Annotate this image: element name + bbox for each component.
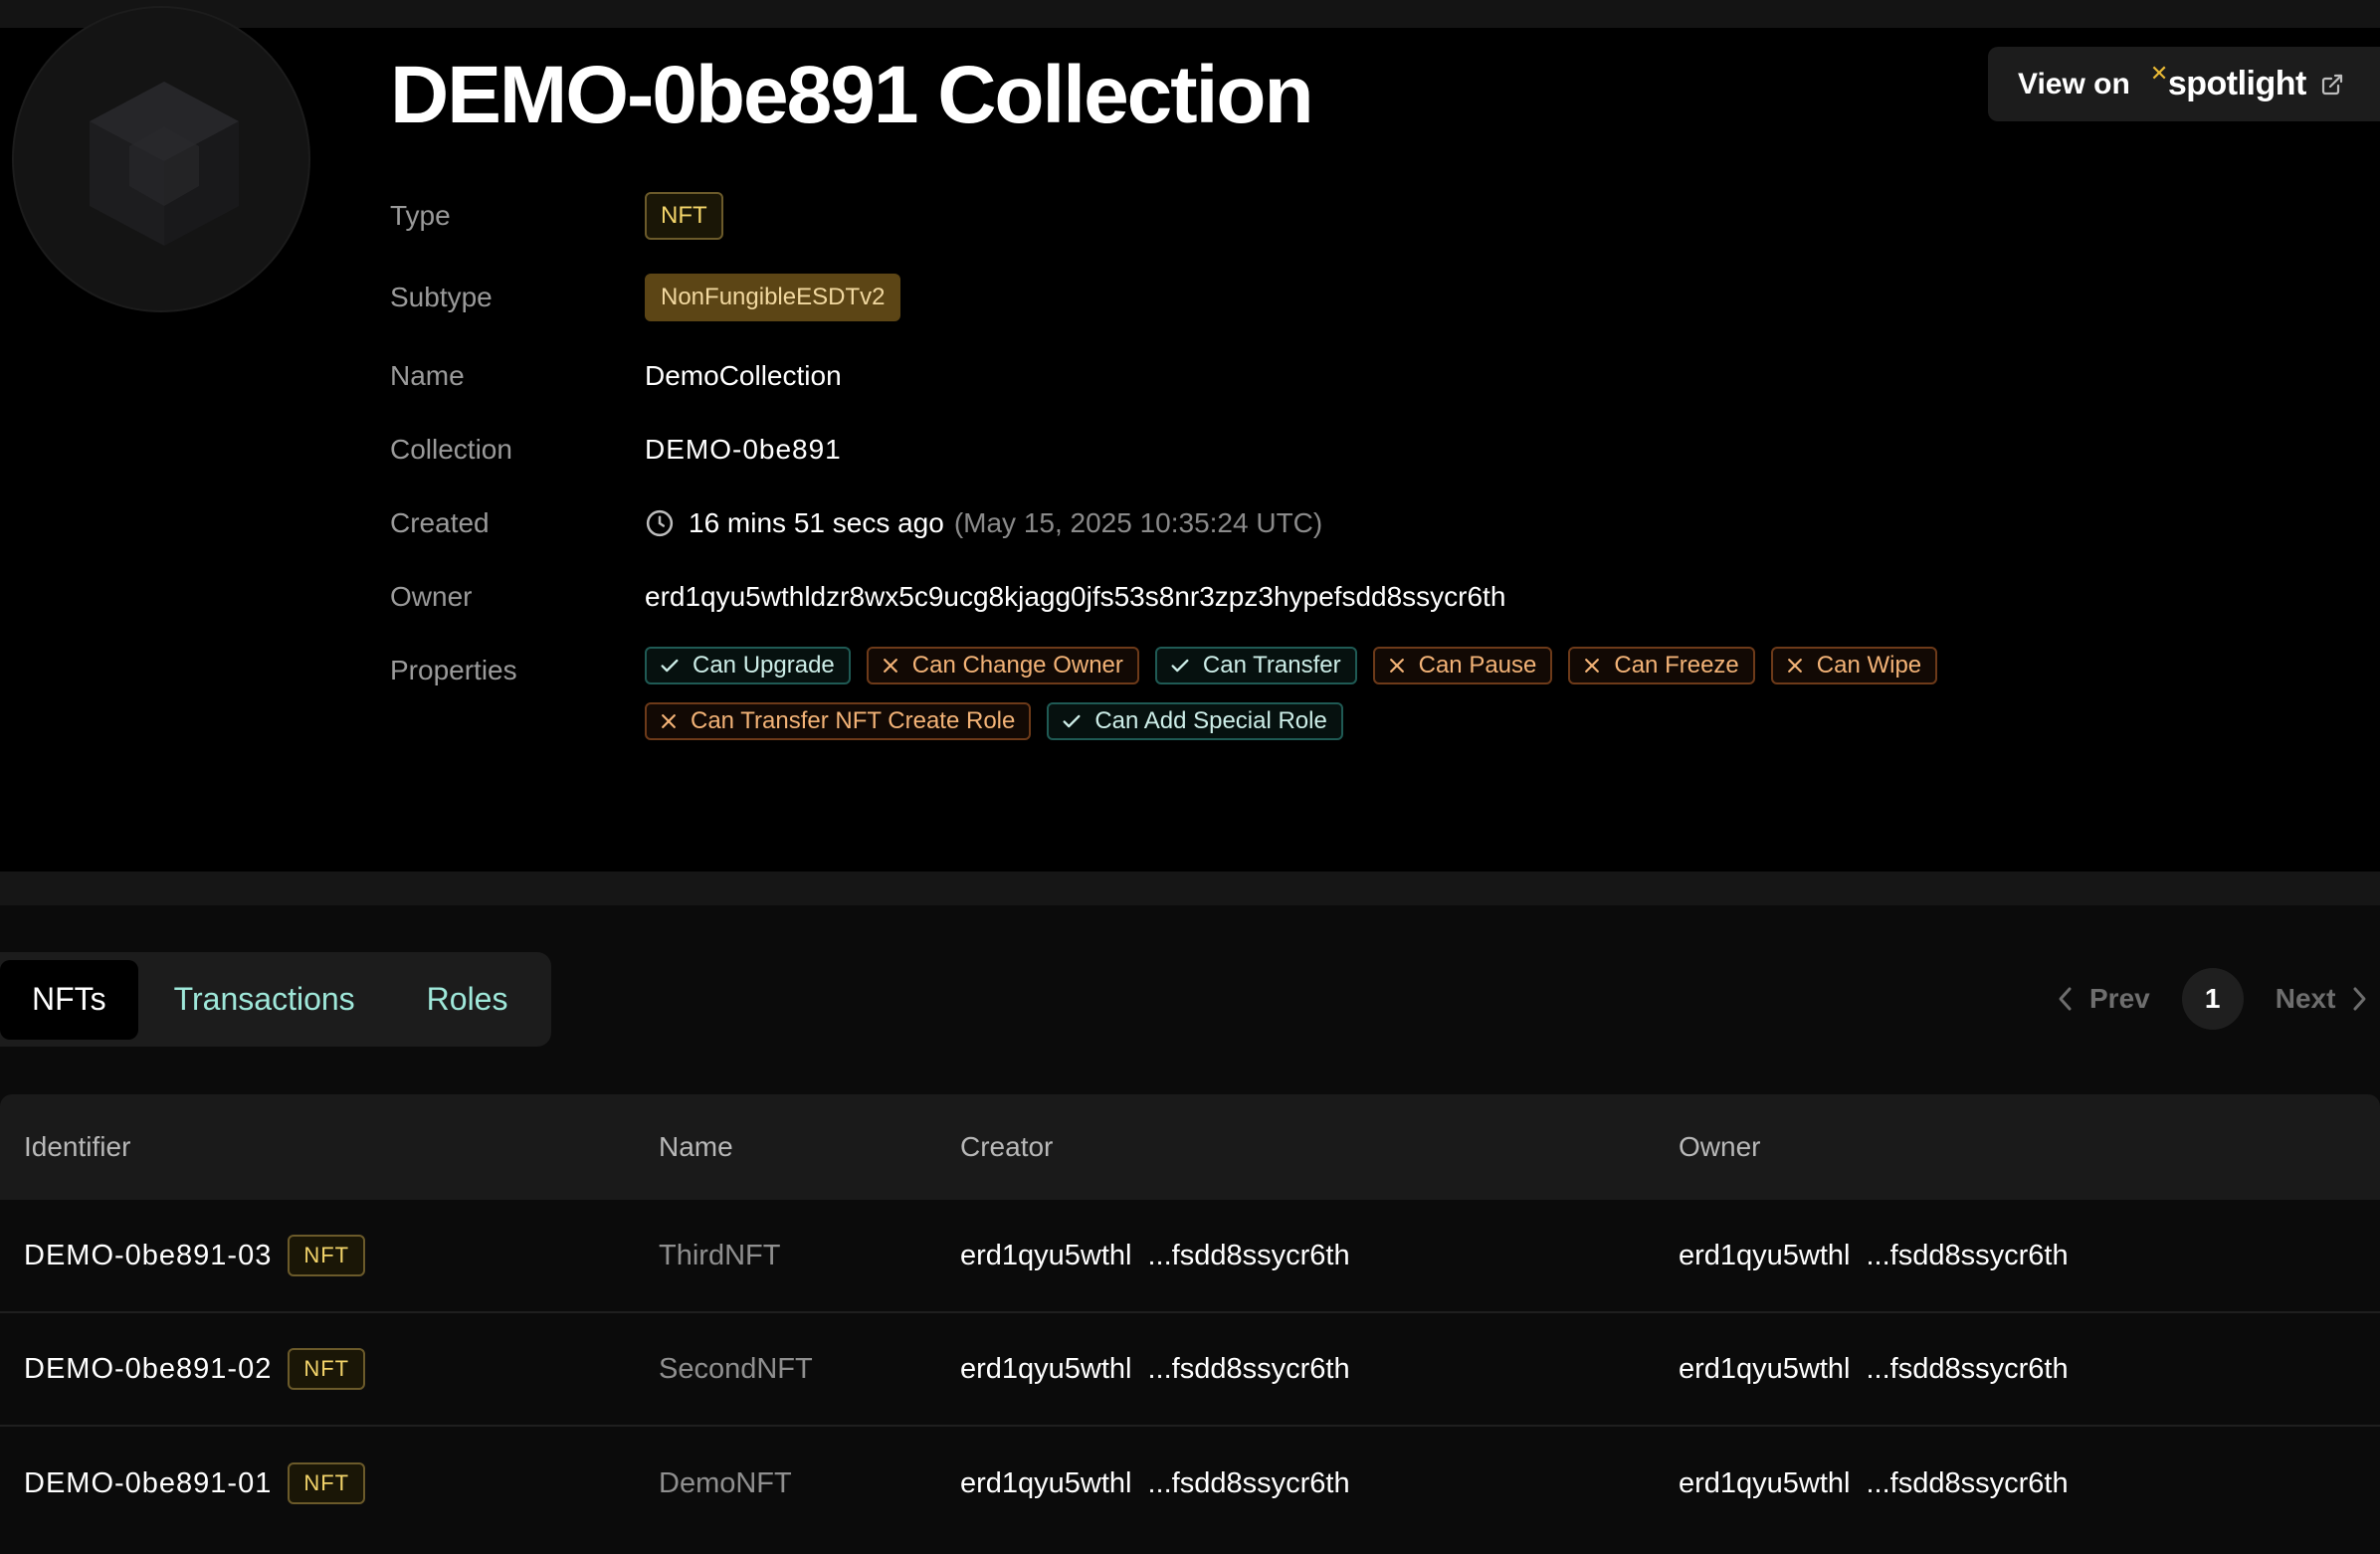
subtype-label: Subtype (390, 282, 493, 312)
x-icon (883, 659, 897, 673)
table-header: Identifier Name Creator Owner (0, 1094, 2380, 1200)
tab-nfts[interactable]: NFTs (0, 959, 138, 1040)
created-label: Created (390, 507, 490, 538)
top-strip (0, 0, 2380, 28)
column-header-creator: Creator (960, 1131, 1054, 1162)
column-header-identifier: Identifier (24, 1131, 131, 1162)
detail-row-name: Name DemoCollection (390, 351, 842, 401)
view-on-spotlight-button[interactable]: View on ✕ spotlight (1988, 47, 2380, 121)
x-icon (662, 714, 676, 728)
owner-address-link[interactable]: erd1qyu5wthl ...fsdd8ssycr6th (1679, 1240, 2069, 1272)
detail-row-created: Created 16 mins 51 secs ago (May 15, 202… (390, 498, 1322, 548)
creator-address-link[interactable]: erd1qyu5wthl ...fsdd8ssycr6th (960, 1467, 1350, 1500)
tab-bar: NFTs Transactions Roles (0, 952, 551, 1047)
property-can-change-owner: Can Change Owner (866, 647, 1139, 684)
collection-value[interactable]: DEMO-0be891 (645, 434, 842, 466)
chevron-left-icon (2059, 987, 2072, 1011)
owner-address-link[interactable]: erd1qyu5wthldzr8wx5c9ucg8kjagg0jfs53s8nr… (645, 581, 1505, 613)
section-divider (0, 872, 2380, 905)
name-value: DemoCollection (645, 360, 842, 391)
detail-row-owner: Owner erd1qyu5wthldzr8wx5c9ucg8kjagg0jfs… (390, 572, 1505, 622)
external-link-icon (2321, 74, 2342, 95)
detail-row-collection: Collection DEMO-0be891 (390, 425, 842, 475)
type-label: Type (390, 200, 451, 231)
name-label: Name (390, 360, 465, 391)
property-can-transfer: Can Transfer (1154, 647, 1357, 684)
nft-name: ThirdNFT (659, 1239, 781, 1271)
current-page-indicator[interactable]: 1 (2181, 968, 2244, 1030)
nft-identifier-link[interactable]: DEMO-0be891-01 (24, 1467, 272, 1500)
property-can-add-special-role: Can Add Special Role (1047, 702, 1343, 740)
x-icon (1389, 659, 1404, 673)
created-absolute: (May 15, 2025 10:35:24 UTC) (953, 507, 1323, 538)
nft-badge: NFT (288, 1348, 366, 1390)
nft-name: SecondNFT (659, 1352, 813, 1385)
property-can-pause: Can Pause (1372, 647, 1553, 684)
view-on-label: View on (2018, 67, 2130, 100)
subtype-badge: NonFungibleESDTv2 (645, 274, 901, 321)
nft-badge: NFT (288, 1235, 366, 1276)
check-icon (1171, 659, 1189, 673)
table-row: DEMO-0be891-01 NFT DemoNFT erd1qyu5wthl.… (0, 1427, 2380, 1540)
check-icon (1063, 714, 1081, 728)
detail-row-properties: Properties (390, 646, 645, 695)
detail-row-subtype: Subtype NonFungibleESDTv2 (390, 273, 901, 322)
x-icon (1787, 659, 1802, 673)
nft-badge: NFT (288, 1462, 366, 1504)
property-can-transfer-nft-create-role: Can Transfer NFT Create Role (645, 702, 1032, 740)
created-relative: 16 mins 51 secs ago (689, 507, 944, 538)
spotlight-logo: ✕ spotlight (2149, 61, 2307, 102)
property-can-freeze: Can Freeze (1568, 647, 1755, 684)
column-header-owner: Owner (1679, 1131, 1761, 1162)
creator-address-link[interactable]: erd1qyu5wthl ...fsdd8ssycr6th (960, 1240, 1350, 1272)
type-badge: NFT (645, 192, 723, 240)
clock-icon (646, 509, 674, 537)
nfts-table: Identifier Name Creator Owner DEMO-0be89… (0, 1094, 2380, 1540)
collection-label: Collection (390, 434, 512, 465)
tab-roles[interactable]: Roles (391, 960, 544, 1040)
tab-transactions[interactable]: Transactions (138, 960, 391, 1040)
chevron-right-icon (2353, 987, 2366, 1011)
nft-identifier-link[interactable]: DEMO-0be891-02 (24, 1353, 272, 1386)
nft-name: DemoNFT (659, 1466, 792, 1499)
detail-row-type: Type NFT (390, 191, 723, 241)
table-row: DEMO-0be891-03 NFT ThirdNFT erd1qyu5wthl… (0, 1200, 2380, 1313)
table-row: DEMO-0be891-02 NFT SecondNFT erd1qyu5wth… (0, 1313, 2380, 1427)
next-page-button[interactable]: Next (2276, 983, 2370, 1015)
pagination: Prev 1 Next (2056, 967, 2369, 1031)
collection-header: DEMO-0be891 Collection View on ✕ spotligh… (0, 6, 2380, 872)
owner-label: Owner (390, 581, 473, 612)
property-can-upgrade: Can Upgrade (645, 647, 851, 684)
property-can-wipe: Can Wipe (1770, 647, 1938, 684)
x-icon (1585, 659, 1600, 673)
properties-label: Properties (390, 655, 517, 685)
check-icon (661, 659, 679, 673)
nft-identifier-link[interactable]: DEMO-0be891-03 (24, 1240, 272, 1272)
properties-list: Can Upgrade Can Change Owner Can Transfe… (645, 647, 2058, 740)
prev-page-button[interactable]: Prev (2056, 983, 2150, 1015)
owner-address-link[interactable]: erd1qyu5wthl ...fsdd8ssycr6th (1679, 1353, 2069, 1386)
collection-avatar (12, 6, 310, 312)
column-header-name: Name (659, 1131, 733, 1162)
cube-icon (90, 82, 239, 246)
owner-address-link[interactable]: erd1qyu5wthl ...fsdd8ssycr6th (1679, 1467, 2069, 1500)
page-title: DEMO-0be891 Collection (390, 50, 1314, 140)
creator-address-link[interactable]: erd1qyu5wthl ...fsdd8ssycr6th (960, 1353, 1350, 1386)
